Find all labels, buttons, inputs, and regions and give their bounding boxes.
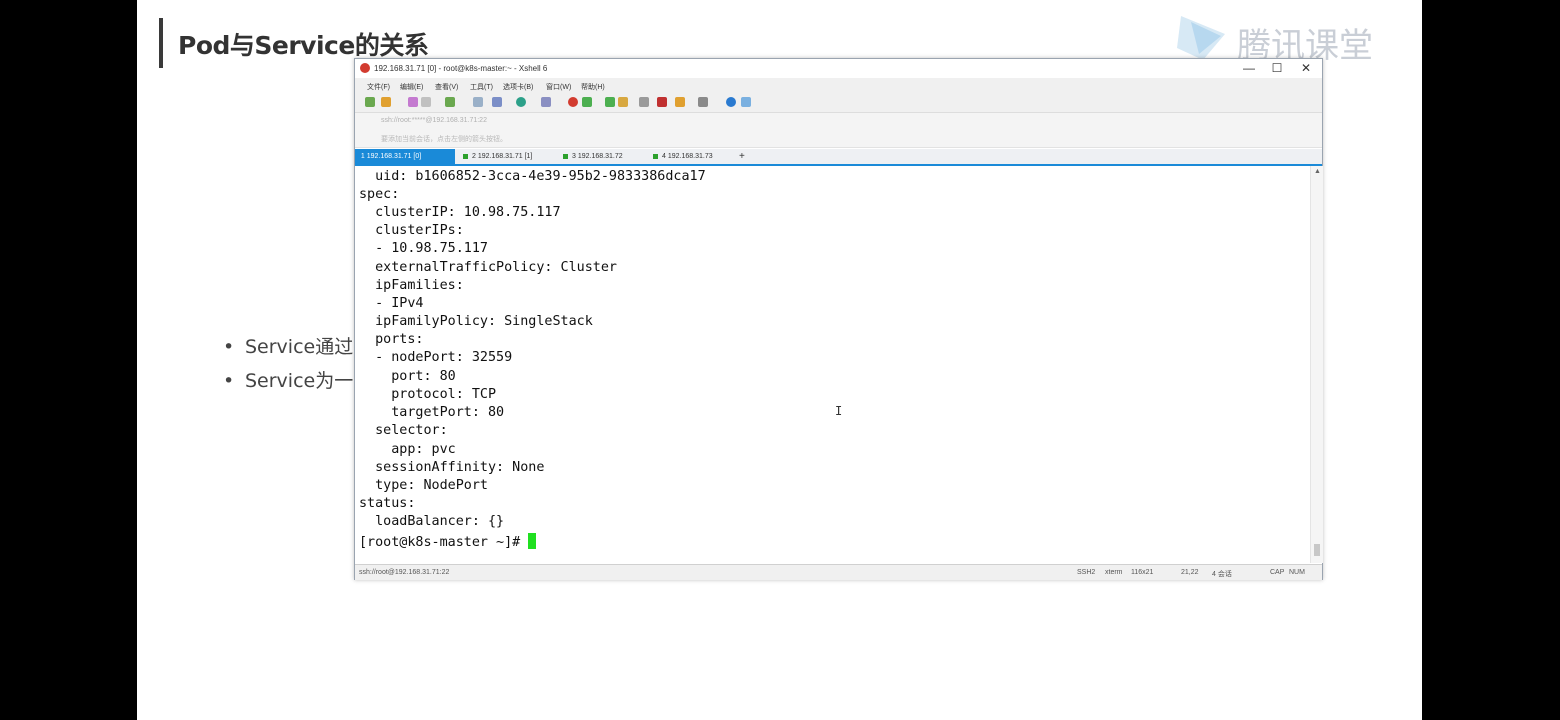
tab-number: 3 (572, 153, 576, 160)
slide-title: Pod与Service的关系 (178, 31, 429, 60)
connected-indicator-icon (463, 153, 468, 159)
address-bar[interactable]: ssh://root:*****@192.168.31.71:22 (355, 113, 1322, 130)
tab-label: 192.168.31.71 [0] (366, 153, 422, 160)
globe-icon[interactable] (516, 97, 526, 107)
terminal[interactable]: uid: b1606852-3cca-4e39-95b2-9833386dca1… (355, 166, 1310, 563)
terminal-line: loadBalancer: {} (359, 514, 505, 529)
menu-edit[interactable]: 编辑(E) (400, 82, 423, 92)
terminal-line: port: 80 (359, 369, 456, 384)
bullet-text: Service为一 (245, 370, 354, 392)
bullet-text: Service通过 (245, 336, 354, 358)
connected-indicator-icon (563, 153, 568, 159)
status-terminal-type: xterm (1105, 569, 1123, 576)
tab-number: 2 (472, 153, 476, 160)
layout-icon[interactable] (698, 97, 708, 107)
maximize-button[interactable]: ☐ (1269, 61, 1285, 75)
terminal-line: uid: b1606852-3cca-4e39-95b2-9833386dca1… (359, 169, 706, 184)
minimize-button[interactable]: — (1241, 61, 1257, 75)
xshell-app-icon (360, 63, 370, 73)
terminal-line: spec: (359, 187, 400, 202)
menu-view[interactable]: 查看(V) (435, 82, 458, 92)
hint-text: 要添加当前会话，点击左侧的箭头按钮。 (381, 136, 507, 143)
tab-number: 1 (360, 153, 365, 160)
terminal-line: app: pvc (359, 442, 456, 457)
menu-tabs[interactable]: 选项卡(B) (503, 82, 533, 92)
status-protocol: SSH2 (1077, 569, 1096, 576)
terminal-line: - nodePort: 32559 (359, 350, 513, 365)
tab-label: 192.168.31.71 [1] (477, 153, 533, 160)
tunnel-icon[interactable] (582, 97, 592, 107)
session-tabs: 1 192.168.31.71 [0] 2 192.168.31.71 [1] … (355, 149, 1322, 166)
status-sessions: 4 会话 (1212, 571, 1232, 578)
terminal-line: - IPv4 (359, 296, 424, 311)
properties-icon[interactable] (445, 97, 455, 107)
session-hint-bar: 要添加当前会话，点击左侧的箭头按钮。 (355, 130, 1322, 148)
terminal-line: sessionAffinity: None (359, 460, 545, 475)
terminal-line: status: (359, 496, 416, 511)
terminal-line: targetPort: 80 (359, 405, 505, 420)
scrollbar-thumb[interactable] (1314, 544, 1320, 556)
terminal-line: clusterIP: 10.98.75.117 (359, 205, 561, 220)
terminal-line: ports: (359, 332, 424, 347)
tab-session-1[interactable]: 1 192.168.31.71 [0] (355, 149, 455, 164)
chat-icon[interactable] (741, 97, 751, 107)
font-icon[interactable] (492, 97, 502, 107)
bullet-item-1: • Service通过 (223, 336, 354, 358)
terminal-line: ipFamilies: (359, 278, 464, 293)
tab-label: 192.168.31.72 (577, 153, 623, 160)
status-numlock: NUM (1289, 569, 1305, 576)
window-titlebar[interactable]: 192.168.31.71 [0] - root@k8s-master:~ - … (355, 59, 1322, 78)
lock-icon[interactable] (618, 97, 628, 107)
text-cursor (528, 533, 537, 549)
menu-help[interactable]: 帮助(H) (581, 82, 605, 92)
tab-label: 192.168.31.73 (667, 153, 713, 160)
close-button[interactable]: ✕ (1298, 61, 1314, 75)
address-text: ssh://root:*****@192.168.31.71:22 (381, 117, 487, 124)
tab-number: 4 (662, 153, 666, 160)
terminal-line: clusterIPs: (359, 223, 464, 238)
terminal-line: type: NodePort (359, 478, 488, 493)
terminal-line: ipFamilyPolicy: SingleStack (359, 314, 593, 329)
xshell-window[interactable]: 192.168.31.71 [0] - root@k8s-master:~ - … (354, 58, 1323, 580)
shell-prompt: [root@k8s-master ~]# (359, 535, 529, 550)
copy-icon[interactable] (408, 97, 418, 107)
open-folder-icon[interactable] (381, 97, 391, 107)
window-title: 192.168.31.71 [0] - root@k8s-master:~ - … (374, 64, 548, 73)
tab-session-2[interactable]: 2 192.168.31.71 [1] (463, 149, 555, 164)
status-bar: ssh://root@192.168.31.71:22 SSH2 xterm 1… (355, 564, 1322, 580)
add-tab-button[interactable]: + (739, 149, 749, 164)
status-connection: ssh://root@192.168.31.71:22 (359, 569, 450, 576)
tab-session-4[interactable]: 4 192.168.31.73 (653, 149, 739, 164)
tab-session-3[interactable]: 3 192.168.31.72 (563, 149, 649, 164)
toolbar (355, 92, 1322, 113)
menu-bar: 文件(F) 编辑(E) 查看(V) 工具(T) 选项卡(B) 窗口(W) 帮助(… (355, 78, 1322, 92)
terminal-line: selector: (359, 423, 448, 438)
status-size: 116x21 (1131, 569, 1154, 576)
scroll-up-icon[interactable]: ▲ (1314, 168, 1321, 175)
transfer-icon[interactable] (675, 97, 685, 107)
xftp-icon[interactable] (568, 97, 578, 107)
menu-tools[interactable]: 工具(T) (470, 82, 493, 92)
terminal-prompt-line[interactable]: [root@k8s-master ~]# (359, 533, 537, 550)
new-session-icon[interactable] (365, 97, 375, 107)
help-icon[interactable] (726, 97, 736, 107)
fullscreen-icon[interactable] (605, 97, 615, 107)
menu-window[interactable]: 窗口(W) (546, 82, 571, 92)
terminal-line: protocol: TCP (359, 387, 497, 402)
status-cursor-pos: 21,22 (1181, 569, 1199, 576)
script-icon[interactable] (541, 97, 551, 107)
keyboard-icon[interactable] (639, 97, 649, 107)
title-accent-bar (159, 18, 163, 68)
bullet-item-2: • Service为一 (223, 370, 354, 392)
find-icon[interactable] (473, 97, 483, 107)
menu-file[interactable]: 文件(F) (367, 82, 390, 92)
compose-icon[interactable] (657, 97, 667, 107)
paste-icon[interactable] (421, 97, 431, 107)
terminal-line: - 10.98.75.117 (359, 241, 488, 256)
terminal-scrollbar[interactable]: ▲ (1310, 166, 1323, 563)
mouse-ibeam-cursor: I (835, 404, 843, 418)
status-caps: CAP (1270, 569, 1285, 576)
connected-indicator-icon (653, 153, 658, 159)
terminal-line: externalTrafficPolicy: Cluster (359, 260, 617, 275)
